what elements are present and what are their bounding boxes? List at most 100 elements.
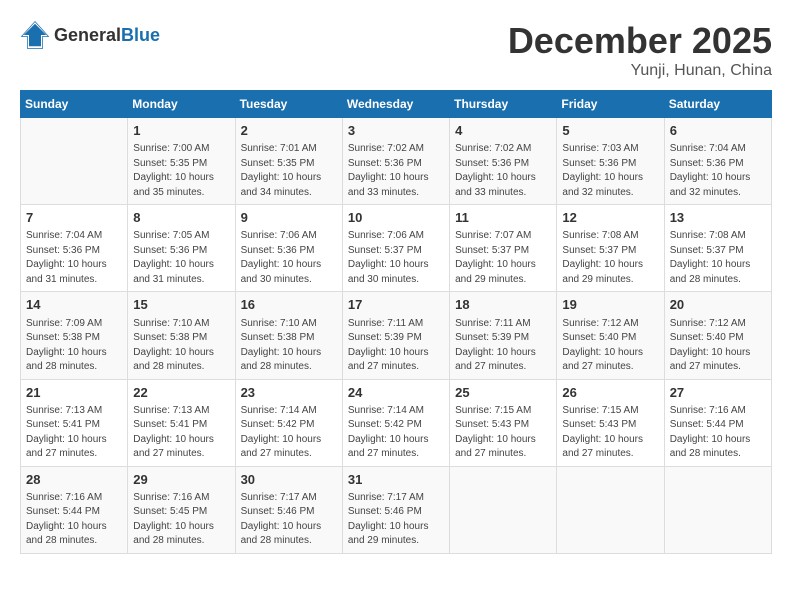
- day-number: 6: [670, 122, 766, 140]
- day-number: 11: [455, 209, 551, 227]
- day-info: Sunrise: 7:15 AMSunset: 5:43 PMDaylight:…: [562, 404, 658, 462]
- calendar-cell: 2 Sunrise: 7:01 AMSunset: 5:35 PMDaylight…: [235, 118, 342, 205]
- calendar-cell: 10 Sunrise: 7:06 AMSunset: 5:37 PMDayligh…: [342, 205, 449, 292]
- day-info: Sunrise: 7:08 AMSunset: 5:37 PMDaylight:…: [670, 229, 766, 287]
- logo: GeneralBlue: [20, 20, 160, 50]
- calendar-cell: 23 Sunrise: 7:14 AMSunset: 5:42 PMDayligh…: [235, 379, 342, 466]
- day-number: 19: [562, 296, 658, 314]
- calendar-cell: [557, 466, 664, 553]
- calendar-cell: 5 Sunrise: 7:03 AMSunset: 5:36 PMDaylight…: [557, 118, 664, 205]
- day-info: Sunrise: 7:10 AMSunset: 5:38 PMDaylight:…: [133, 317, 229, 375]
- day-number: 26: [562, 384, 658, 402]
- day-number: 4: [455, 122, 551, 140]
- calendar-cell: 27 Sunrise: 7:16 AMSunset: 5:44 PMDayligh…: [664, 379, 771, 466]
- month-title: December 2025: [508, 20, 772, 62]
- header-row: Sunday Monday Tuesday Wednesday Thursday…: [21, 91, 772, 118]
- day-number: 2: [241, 122, 337, 140]
- calendar-cell: 4Sunrise: 7:02 AMSunset: 5:36 PMDaylight…: [450, 118, 557, 205]
- calendar-cell: 21 Sunrise: 7:13 AMSunset: 5:41 PMDayligh…: [21, 379, 128, 466]
- calendar-cell: [21, 118, 128, 205]
- calendar-cell: 3Sunrise: 7:02 AMSunset: 5:36 PMDaylight…: [342, 118, 449, 205]
- week-row-4: 21 Sunrise: 7:13 AMSunset: 5:41 PMDayligh…: [21, 379, 772, 466]
- calendar-cell: 20 Sunrise: 7:12 AMSunset: 5:40 PMDayligh…: [664, 292, 771, 379]
- logo-general: General: [54, 25, 121, 45]
- day-number: 7: [26, 209, 122, 227]
- day-info: Sunrise: 7:07 AMSunset: 5:37 PMDaylight:…: [455, 229, 551, 287]
- day-number: 24: [348, 384, 444, 402]
- day-info: Sunrise: 7:06 AMSunset: 5:37 PMDaylight:…: [348, 229, 444, 287]
- calendar-cell: [450, 466, 557, 553]
- day-info: Sunrise: 7:16 AMSunset: 5:44 PMDaylight:…: [670, 404, 766, 462]
- location-subtitle: Yunji, Hunan, China: [508, 62, 772, 80]
- calendar-cell: 11 Sunrise: 7:07 AMSunset: 5:37 PMDayligh…: [450, 205, 557, 292]
- day-number: 25: [455, 384, 551, 402]
- day-info: Sunrise: 7:12 AMSunset: 5:40 PMDaylight:…: [670, 317, 766, 375]
- calendar-cell: 29 Sunrise: 7:16 AMSunset: 5:45 PMDayligh…: [128, 466, 235, 553]
- header-friday: Friday: [557, 91, 664, 118]
- day-number: 31: [348, 471, 444, 489]
- day-number: 15: [133, 296, 229, 314]
- calendar-cell: 8 Sunrise: 7:05 AMSunset: 5:36 PMDaylight…: [128, 205, 235, 292]
- day-info: Sunrise: 7:12 AMSunset: 5:40 PMDaylight:…: [562, 317, 658, 375]
- week-row-5: 28Sunrise: 7:16 AMSunset: 5:44 PMDayligh…: [21, 466, 772, 553]
- calendar-cell: 14Sunrise: 7:09 AMSunset: 5:38 PMDayligh…: [21, 292, 128, 379]
- calendar-table: Sunday Monday Tuesday Wednesday Thursday…: [20, 90, 772, 554]
- header-sunday: Sunday: [21, 91, 128, 118]
- logo-icon: [20, 20, 50, 50]
- calendar-cell: 28Sunrise: 7:16 AMSunset: 5:44 PMDayligh…: [21, 466, 128, 553]
- week-row-2: 7 Sunrise: 7:04 AMSunset: 5:36 PMDaylight…: [21, 205, 772, 292]
- calendar-cell: 22Sunrise: 7:13 AMSunset: 5:41 PMDayligh…: [128, 379, 235, 466]
- calendar-cell: 25 Sunrise: 7:15 AMSunset: 5:43 PMDayligh…: [450, 379, 557, 466]
- day-info: Sunrise: 7:00 AMSunset: 5:35 PMDaylight:…: [133, 142, 229, 200]
- calendar-cell: [664, 466, 771, 553]
- header-wednesday: Wednesday: [342, 91, 449, 118]
- day-number: 12: [562, 209, 658, 227]
- calendar-cell: 24Sunrise: 7:14 AMSunset: 5:42 PMDayligh…: [342, 379, 449, 466]
- calendar-cell: 15 Sunrise: 7:10 AMSunset: 5:38 PMDayligh…: [128, 292, 235, 379]
- day-number: 23: [241, 384, 337, 402]
- day-info: Sunrise: 7:10 AMSunset: 5:38 PMDaylight:…: [241, 317, 337, 375]
- day-number: 9: [241, 209, 337, 227]
- day-number: 10: [348, 209, 444, 227]
- header-tuesday: Tuesday: [235, 91, 342, 118]
- logo-blue: Blue: [121, 25, 160, 45]
- day-number: 20: [670, 296, 766, 314]
- title-block: December 2025 Yunji, Hunan, China: [508, 20, 772, 80]
- day-info: Sunrise: 7:16 AMSunset: 5:44 PMDaylight:…: [26, 491, 122, 549]
- calendar-cell: 31 Sunrise: 7:17 AMSunset: 5:46 PMDayligh…: [342, 466, 449, 553]
- header-thursday: Thursday: [450, 91, 557, 118]
- calendar-cell: 7 Sunrise: 7:04 AMSunset: 5:36 PMDaylight…: [21, 205, 128, 292]
- day-info: Sunrise: 7:16 AMSunset: 5:45 PMDaylight:…: [133, 491, 229, 549]
- day-info: Sunrise: 7:04 AMSunset: 5:36 PMDaylight:…: [26, 229, 122, 287]
- week-row-1: 1Sunrise: 7:00 AMSunset: 5:35 PMDaylight…: [21, 118, 772, 205]
- day-number: 29: [133, 471, 229, 489]
- calendar-cell: 16 Sunrise: 7:10 AMSunset: 5:38 PMDayligh…: [235, 292, 342, 379]
- day-info: Sunrise: 7:05 AMSunset: 5:36 PMDaylight:…: [133, 229, 229, 287]
- day-info: Sunrise: 7:06 AMSunset: 5:36 PMDaylight:…: [241, 229, 337, 287]
- calendar-cell: 12 Sunrise: 7:08 AMSunset: 5:37 PMDayligh…: [557, 205, 664, 292]
- calendar-cell: 18Sunrise: 7:11 AMSunset: 5:39 PMDayligh…: [450, 292, 557, 379]
- day-number: 16: [241, 296, 337, 314]
- day-number: 17: [348, 296, 444, 314]
- day-info: Sunrise: 7:08 AMSunset: 5:37 PMDaylight:…: [562, 229, 658, 287]
- day-info: Sunrise: 7:13 AMSunset: 5:41 PMDaylight:…: [26, 404, 122, 462]
- day-info: Sunrise: 7:04 AMSunset: 5:36 PMDaylight:…: [670, 142, 766, 200]
- day-info: Sunrise: 7:17 AMSunset: 5:46 PMDaylight:…: [348, 491, 444, 549]
- calendar-cell: 13 Sunrise: 7:08 AMSunset: 5:37 PMDayligh…: [664, 205, 771, 292]
- day-number: 21: [26, 384, 122, 402]
- calendar-cell: 26 Sunrise: 7:15 AMSunset: 5:43 PMDayligh…: [557, 379, 664, 466]
- day-number: 27: [670, 384, 766, 402]
- day-number: 13: [670, 209, 766, 227]
- calendar-cell: 30Sunrise: 7:17 AMSunset: 5:46 PMDayligh…: [235, 466, 342, 553]
- day-number: 8: [133, 209, 229, 227]
- day-info: Sunrise: 7:09 AMSunset: 5:38 PMDaylight:…: [26, 317, 122, 375]
- day-info: Sunrise: 7:01 AMSunset: 5:35 PMDaylight:…: [241, 142, 337, 200]
- day-info: Sunrise: 7:03 AMSunset: 5:36 PMDaylight:…: [562, 142, 658, 200]
- day-info: Sunrise: 7:13 AMSunset: 5:41 PMDaylight:…: [133, 404, 229, 462]
- day-info: Sunrise: 7:15 AMSunset: 5:43 PMDaylight:…: [455, 404, 551, 462]
- day-info: Sunrise: 7:14 AMSunset: 5:42 PMDaylight:…: [241, 404, 337, 462]
- page-header: GeneralBlue December 2025 Yunji, Hunan, …: [20, 20, 772, 80]
- day-number: 3: [348, 122, 444, 140]
- day-info: Sunrise: 7:17 AMSunset: 5:46 PMDaylight:…: [241, 491, 337, 549]
- day-number: 5: [562, 122, 658, 140]
